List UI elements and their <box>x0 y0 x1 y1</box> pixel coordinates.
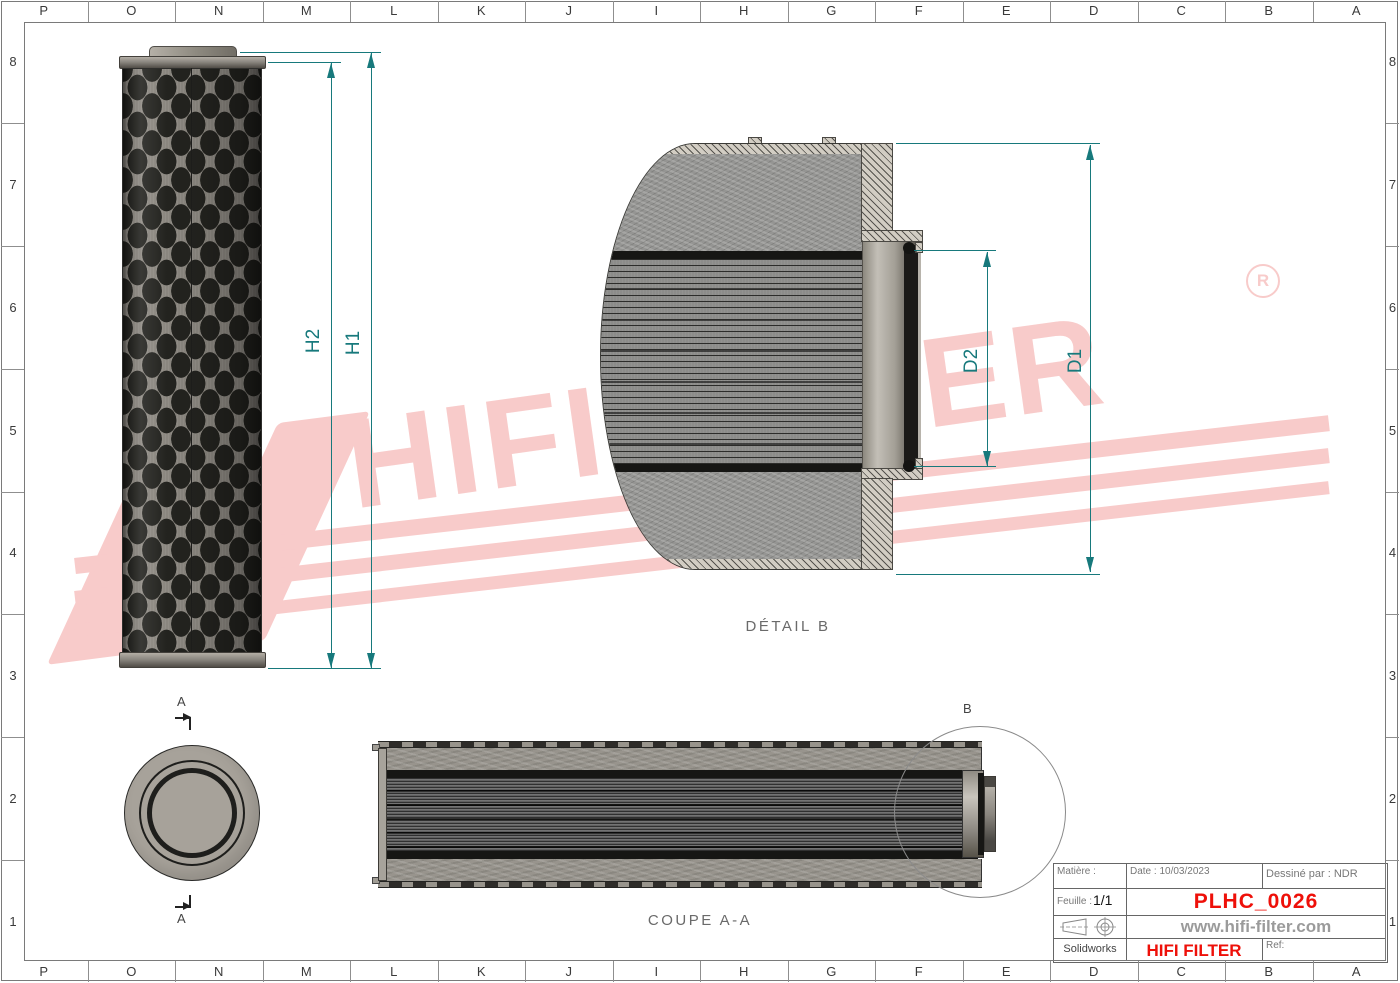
grid-tick <box>963 961 964 982</box>
grid-tick <box>175 1 176 22</box>
grid-row-label-right: 4 <box>1386 492 1399 615</box>
grid-row-label-left: 8 <box>2 0 24 123</box>
grid-tick <box>613 961 614 982</box>
grid-col-label-top: K <box>438 3 526 18</box>
grid-row-label-right: 6 <box>1386 246 1399 369</box>
grid-tick <box>438 961 439 982</box>
grid-row-label-right: 3 <box>1386 614 1399 737</box>
grid-col-label-bottom: F <box>875 964 963 979</box>
grid-col-label-bottom: K <box>438 964 526 979</box>
grid-col-label-top: I <box>613 3 701 18</box>
grid-tick <box>1 369 24 370</box>
grid-tick <box>263 961 264 982</box>
grid-tick <box>1386 860 1399 861</box>
grid-row-label-left: 3 <box>2 614 24 737</box>
grid-tick <box>1 614 24 615</box>
grid-col-label-bottom: M <box>263 964 351 979</box>
grid-tick <box>1386 123 1399 124</box>
grid-row-label-left: 5 <box>2 369 24 492</box>
grid-tick <box>350 961 351 982</box>
grid-row-label-right: 2 <box>1386 737 1399 860</box>
grid-row-label-right: 7 <box>1386 123 1399 246</box>
grid-row-label-right: 5 <box>1386 369 1399 492</box>
grid-tick <box>1225 961 1226 982</box>
sheet-inner-border <box>24 22 1386 961</box>
grid-col-label-bottom: O <box>88 964 176 979</box>
grid-tick <box>525 1 526 22</box>
grid-tick <box>1386 737 1399 738</box>
grid-col-label-bottom: B <box>1225 964 1313 979</box>
grid-col-label-top: M <box>263 3 351 18</box>
grid-tick <box>788 1 789 22</box>
grid-col-label-bottom: L <box>350 964 438 979</box>
grid-tick <box>1313 961 1314 982</box>
grid-row-label-left: 6 <box>2 246 24 369</box>
grid-tick <box>1386 369 1399 370</box>
grid-col-label-bottom: C <box>1138 964 1226 979</box>
grid-tick <box>88 1 89 22</box>
grid-row-label-left: 7 <box>2 123 24 246</box>
grid-tick <box>1050 961 1051 982</box>
grid-tick <box>1 246 24 247</box>
grid-tick <box>1225 1 1226 22</box>
grid-col-label-bottom: D <box>1050 964 1138 979</box>
grid-tick <box>700 961 701 982</box>
grid-tick <box>1 737 24 738</box>
grid-tick <box>1138 1 1139 22</box>
grid-col-label-top: F <box>875 3 963 18</box>
grid-tick <box>1138 961 1139 982</box>
grid-row-label-left: 2 <box>2 737 24 860</box>
grid-tick <box>1313 1 1314 22</box>
grid-row-label-left: 1 <box>2 860 24 983</box>
grid-tick <box>875 1 876 22</box>
grid-tick <box>1 492 24 493</box>
grid-col-label-top: N <box>175 3 263 18</box>
grid-row-label-right: 8 <box>1386 0 1399 123</box>
grid-col-label-bottom: H <box>700 964 788 979</box>
grid-tick <box>1386 614 1399 615</box>
grid-tick <box>1386 246 1399 247</box>
drawing-sheet: HIFI FILTER R H1 H2 A A <box>0 0 1400 983</box>
grid-tick <box>1 860 24 861</box>
grid-tick <box>963 1 964 22</box>
grid-col-label-top: E <box>963 3 1051 18</box>
grid-tick <box>525 961 526 982</box>
grid-col-label-bottom: N <box>175 964 263 979</box>
grid-tick <box>613 1 614 22</box>
grid-tick <box>438 1 439 22</box>
grid-tick <box>788 961 789 982</box>
grid-tick <box>350 1 351 22</box>
grid-tick <box>1386 492 1399 493</box>
grid-col-label-bottom: G <box>788 964 876 979</box>
grid-row-label-right: 1 <box>1386 860 1399 983</box>
grid-tick <box>1050 1 1051 22</box>
grid-col-label-top: D <box>1050 3 1138 18</box>
grid-col-label-top: J <box>525 3 613 18</box>
grid-col-label-top: C <box>1138 3 1226 18</box>
grid-tick <box>175 961 176 982</box>
grid-col-label-bottom: E <box>963 964 1051 979</box>
grid-tick <box>875 961 876 982</box>
grid-tick <box>88 961 89 982</box>
grid-row-label-left: 4 <box>2 492 24 615</box>
grid-tick <box>263 1 264 22</box>
grid-col-label-bottom: I <box>613 964 701 979</box>
grid-col-label-top: H <box>700 3 788 18</box>
grid-tick <box>1 123 24 124</box>
grid-col-label-top: O <box>88 3 176 18</box>
grid-col-label-bottom: J <box>525 964 613 979</box>
grid-col-label-top: L <box>350 3 438 18</box>
grid-col-label-top: B <box>1225 3 1313 18</box>
grid-tick <box>700 1 701 22</box>
grid-col-label-top: G <box>788 3 876 18</box>
